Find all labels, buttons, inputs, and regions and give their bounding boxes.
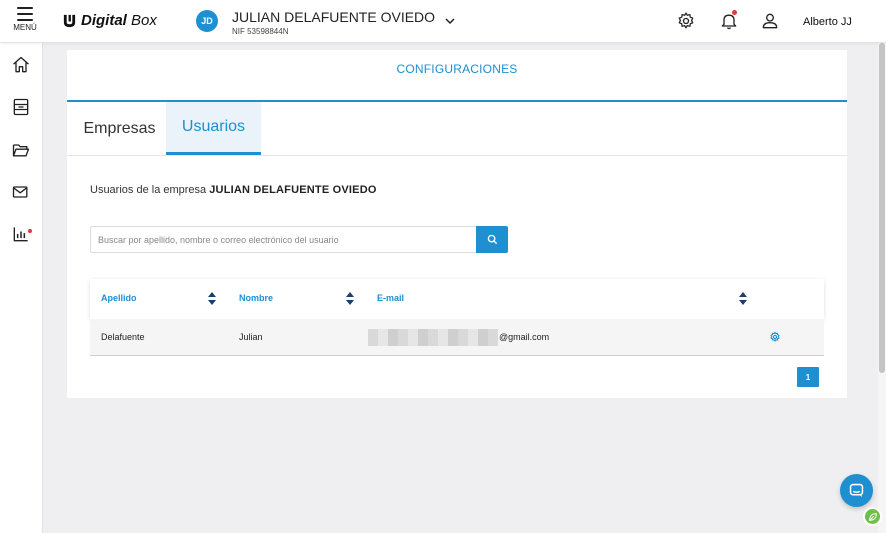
search-icon	[487, 234, 497, 245]
sort-icon[interactable]	[208, 292, 216, 305]
scrollbar[interactable]	[878, 43, 886, 533]
chevron-down-icon[interactable]	[444, 15, 456, 27]
company-users-description: Usuarios de la empresa JULIAN DELAFUENTE…	[90, 184, 377, 196]
scrollbar-thumb[interactable]	[879, 43, 885, 373]
archive-icon[interactable]	[11, 97, 31, 117]
top-bar: MENÚ Digital Box JD JULIAN DELAFUENTE OV…	[0, 0, 886, 43]
chart-icon[interactable]	[11, 224, 31, 244]
company-nif: NIF 53598844N	[232, 27, 289, 36]
gear-icon[interactable]	[676, 11, 696, 31]
mail-icon[interactable]	[11, 182, 31, 202]
users-table: Apellido Nombre E-mail Delafuente Julian…	[90, 279, 824, 356]
header-email[interactable]: E-mail	[377, 293, 404, 303]
sort-icon[interactable]	[346, 292, 354, 305]
cell-email: @gmail.com	[499, 332, 550, 342]
chat-icon	[849, 483, 864, 498]
configuration-card: CONFIGURACIONES Empresas Usuarios Usuari…	[67, 50, 847, 398]
folder-icon[interactable]	[11, 140, 31, 160]
sidebar	[0, 43, 43, 533]
app-logo[interactable]: Digital Box	[62, 12, 157, 29]
table-row[interactable]: Delafuente Julian @gmail.com	[90, 319, 824, 356]
header-apellido[interactable]: Apellido	[101, 293, 137, 303]
notification-dot	[732, 10, 737, 15]
cell-apellido: Delafuente	[101, 332, 145, 342]
description-company-name: JULIAN DELAFUENTE OVIEDO	[209, 184, 377, 196]
sort-icon[interactable]	[739, 292, 747, 305]
search-input[interactable]	[90, 226, 476, 253]
table-header: Apellido Nombre E-mail	[90, 279, 824, 319]
tab-empresas[interactable]: Empresas	[72, 102, 167, 155]
tab-bar: Empresas Usuarios	[67, 102, 847, 156]
user-icon[interactable]	[760, 11, 780, 31]
header-nombre[interactable]: Nombre	[239, 293, 273, 303]
leaf-icon[interactable]	[863, 507, 882, 526]
page-title: CONFIGURACIONES	[396, 62, 518, 76]
pagination-page-1[interactable]: 1	[797, 367, 819, 387]
tab-usuarios[interactable]: Usuarios	[166, 102, 261, 155]
chat-button[interactable]	[840, 474, 873, 507]
search-button[interactable]	[476, 226, 508, 253]
logo-mark-icon	[63, 14, 76, 28]
menu-button[interactable]: MENÚ	[9, 5, 41, 37]
logo-text: Digital Box	[81, 12, 157, 29]
cell-nombre: Julian	[239, 332, 263, 342]
hamburger-icon	[17, 7, 33, 21]
menu-label: MENÚ	[13, 23, 37, 32]
user-name[interactable]: Alberto JJ	[803, 16, 852, 28]
redacted-email-mask	[368, 329, 498, 346]
home-icon[interactable]	[11, 55, 31, 75]
company-avatar[interactable]: JD	[196, 10, 218, 32]
gear-icon[interactable]	[769, 331, 781, 343]
company-name[interactable]: JULIAN DELAFUENTE OVIEDO	[232, 9, 435, 25]
